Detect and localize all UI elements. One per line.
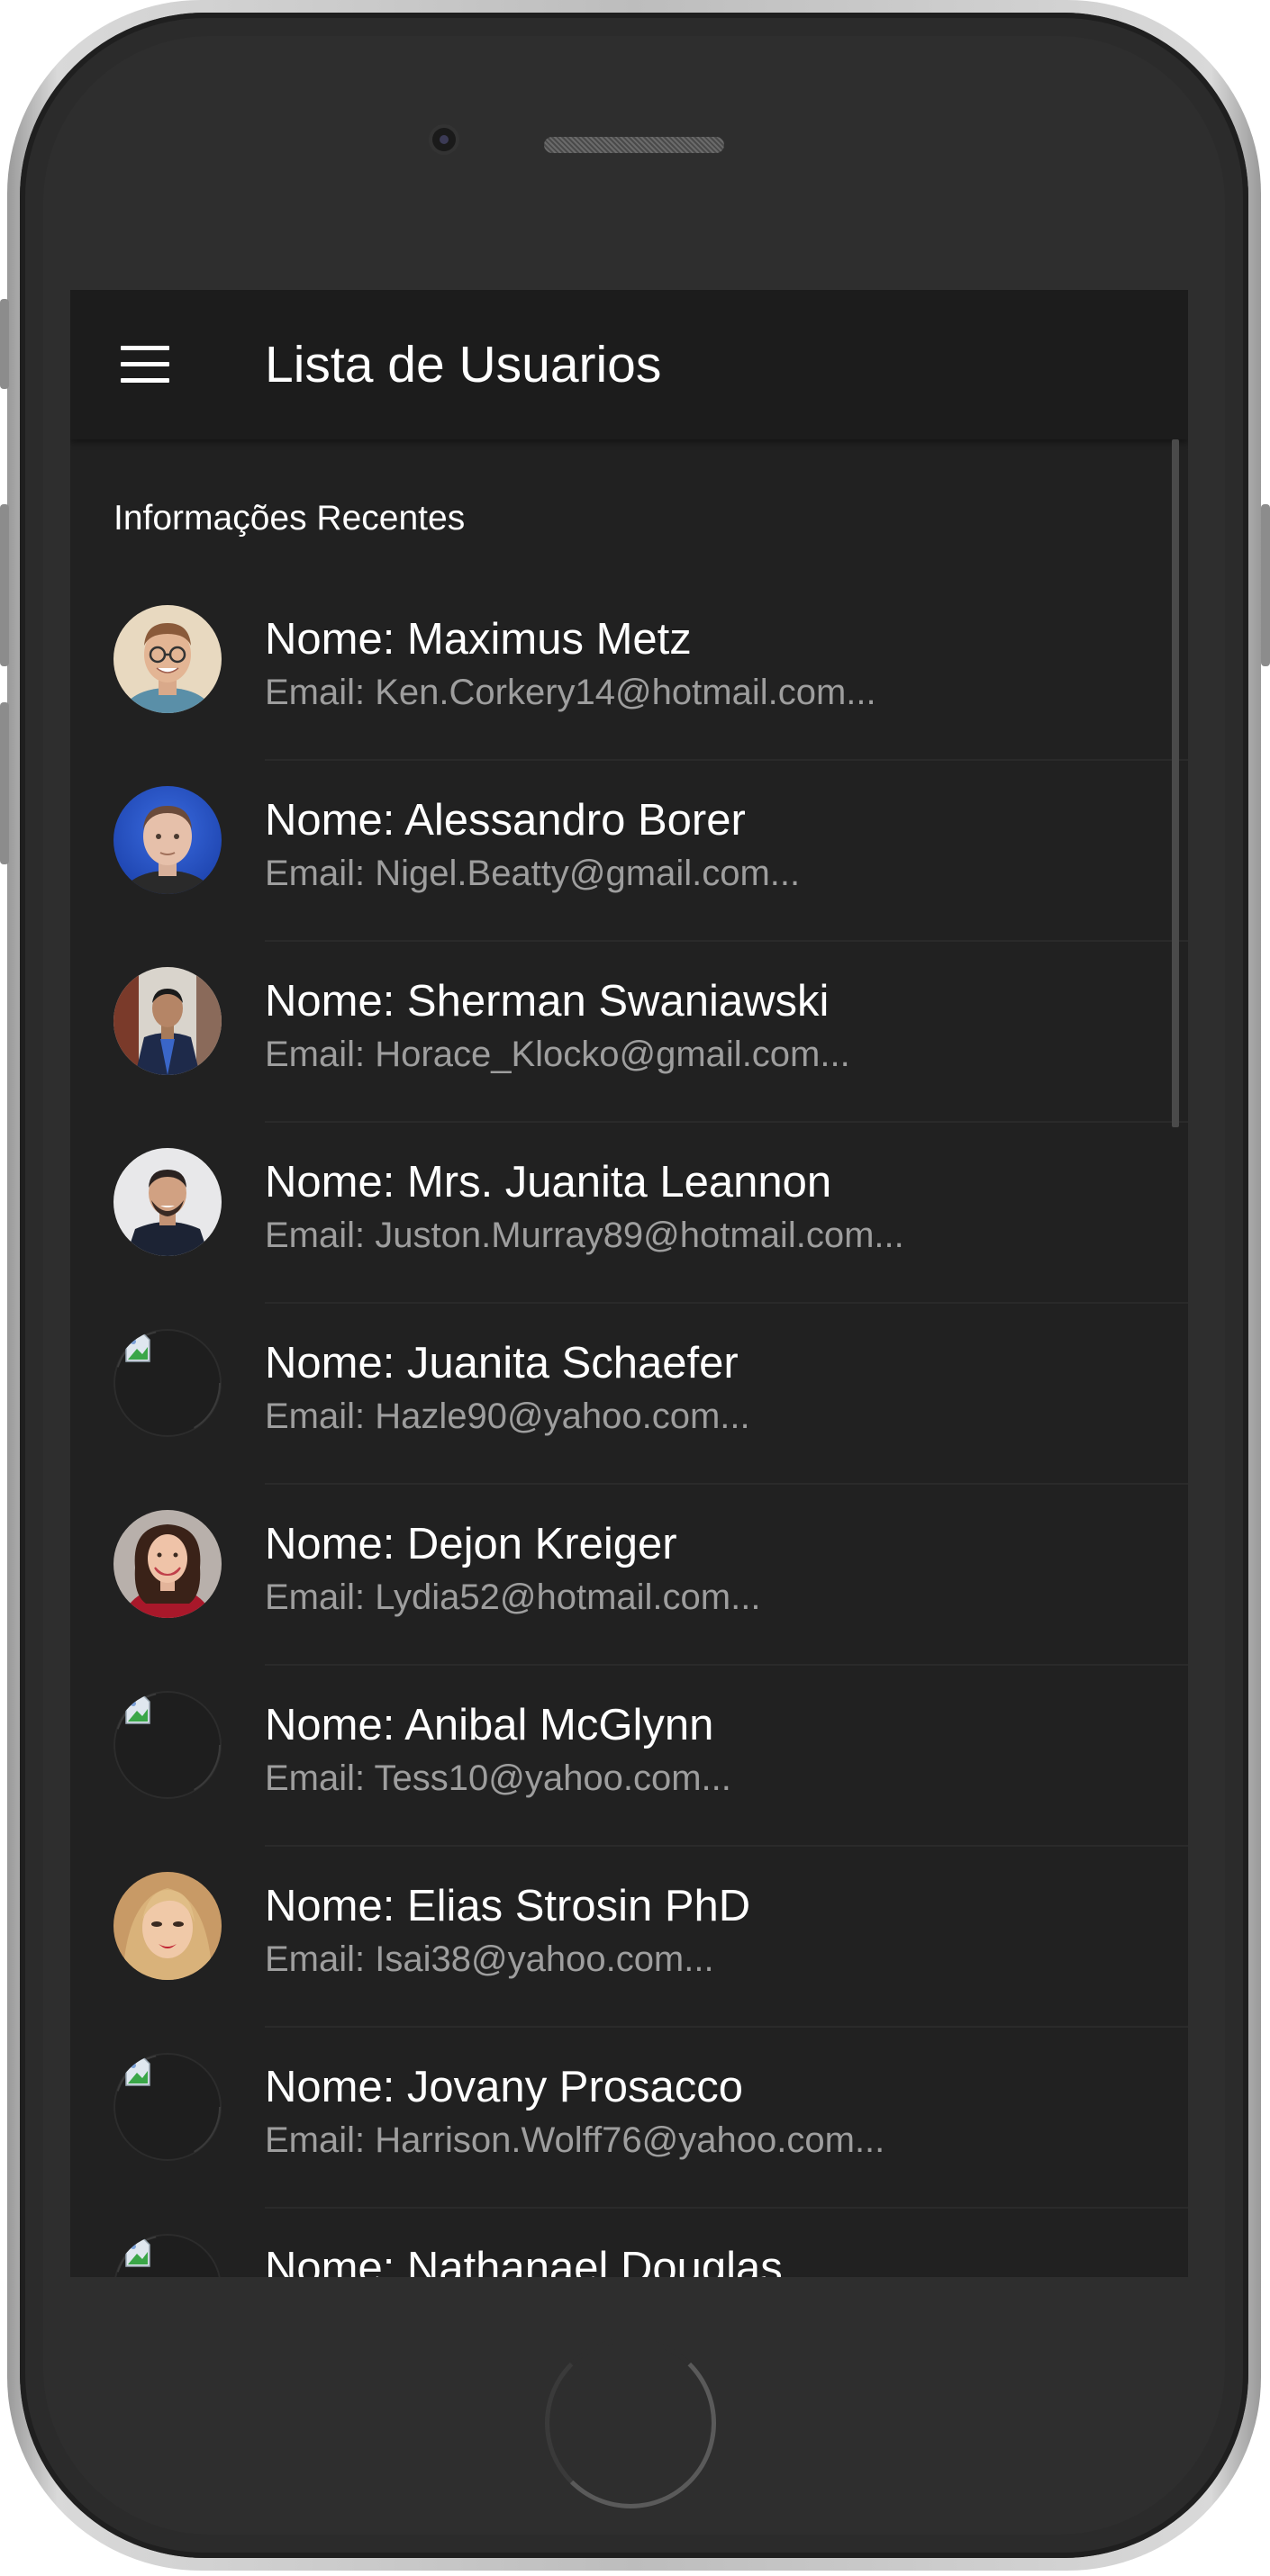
front-camera — [432, 128, 456, 151]
user-name: Nome: Nathanael Douglas — [265, 2244, 783, 2277]
user-name: Nome: Dejon Kreiger — [265, 1520, 677, 1568]
page-title: Lista de Usuarios — [265, 336, 662, 393]
avatar — [113, 967, 222, 1075]
avatar — [113, 1148, 222, 1256]
user-name: Nome: Sherman Swaniawski — [265, 977, 830, 1026]
user-email: Email: Isai38@yahoo.com... — [265, 1939, 714, 1979]
power-button — [1261, 504, 1270, 666]
avatar — [113, 786, 222, 894]
broken-image-icon — [125, 2238, 150, 2267]
broken-image-avatar — [113, 1329, 222, 1437]
user-name: Nome: Alessandro Borer — [265, 796, 746, 845]
list-item[interactable]: Nome: Alessandro Borer Email: Nigel.Beat… — [70, 761, 1188, 942]
app-screen: Lista de Usuarios Informações Recentes N… — [70, 290, 1188, 2277]
earpiece-speaker — [544, 137, 724, 153]
user-name: Nome: Mrs. Juanita Leannon — [265, 1158, 832, 1207]
user-email: Email: Hazle90@yahoo.com... — [265, 1396, 750, 1436]
broken-image-icon — [125, 1333, 150, 1362]
list-item[interactable]: Nome: Juanita Schaefer Email: Hazle90@ya… — [70, 1304, 1188, 1485]
volume-up-button — [0, 299, 9, 389]
user-email: Email: Harrison.Wolff76@yahoo.com... — [265, 2120, 885, 2160]
avatar — [113, 1510, 222, 1618]
list-item[interactable]: Nome: Nathanael Douglas — [70, 2209, 1188, 2277]
user-name: Nome: Juanita Schaefer — [265, 1339, 739, 1387]
user-email: Email: Horace_Klocko@gmail.com... — [265, 1035, 850, 1074]
volume-down-button — [0, 504, 9, 666]
avatar — [113, 1872, 222, 1980]
list-item[interactable]: Nome: Jovany Prosacco Email: Harrison.Wo… — [70, 2028, 1188, 2209]
user-name: Nome: Maximus Metz — [265, 615, 692, 664]
user-email: Email: Ken.Corkery14@hotmail.com... — [265, 673, 876, 712]
list-item[interactable]: Nome: Sherman Swaniawski Email: Horace_K… — [70, 942, 1188, 1123]
user-email: Email: Juston.Murray89@hotmail.com... — [265, 1216, 904, 1255]
list-item[interactable]: Nome: Maximus Metz Email: Ken.Corkery14@… — [70, 580, 1188, 761]
avatar — [113, 605, 222, 713]
broken-image-avatar — [113, 1691, 222, 1799]
user-name: Nome: Elias Strosin PhD — [265, 1882, 751, 1930]
section-header: Informações Recentes — [113, 499, 466, 538]
user-list: Nome: Maximus Metz Email: Ken.Corkery14@… — [70, 580, 1188, 2277]
silent-switch — [0, 702, 9, 864]
broken-image-avatar — [113, 2053, 222, 2161]
user-email: Email: Tess10@yahoo.com... — [265, 1758, 731, 1798]
broken-image-icon — [125, 2057, 150, 2086]
user-name: Nome: Anibal McGlynn — [265, 1701, 714, 1749]
app-bar: Lista de Usuarios — [70, 290, 1188, 439]
list-item[interactable]: Nome: Dejon Kreiger Email: Lydia52@hotma… — [70, 1485, 1188, 1666]
list-item[interactable]: Nome: Anibal McGlynn Email: Tess10@yahoo… — [70, 1666, 1188, 1847]
user-name: Nome: Jovany Prosacco — [265, 2063, 744, 2111]
user-email: Email: Lydia52@hotmail.com... — [265, 1577, 761, 1617]
hamburger-menu-icon[interactable] — [121, 346, 169, 384]
broken-image-avatar — [113, 2234, 222, 2277]
user-email: Email: Nigel.Beatty@gmail.com... — [265, 854, 801, 893]
broken-image-icon — [125, 1695, 150, 1724]
home-button[interactable] — [545, 2337, 716, 2508]
list-item[interactable]: Nome: Mrs. Juanita Leannon Email: Juston… — [70, 1123, 1188, 1304]
scrollbar[interactable] — [1172, 439, 1179, 1127]
list-item[interactable]: Nome: Elias Strosin PhD Email: Isai38@ya… — [70, 1847, 1188, 2028]
